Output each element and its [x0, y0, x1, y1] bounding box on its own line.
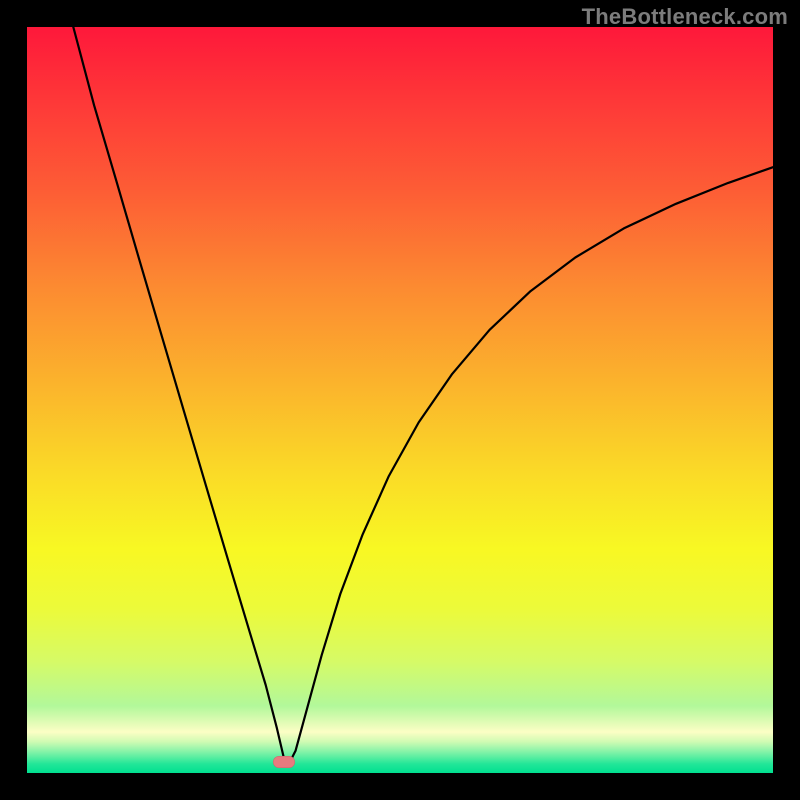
optimal-marker [273, 756, 295, 768]
watermark-text: TheBottleneck.com [582, 4, 788, 30]
plot-area [27, 27, 773, 773]
bottleneck-curve [27, 27, 773, 773]
chart-frame: TheBottleneck.com [0, 0, 800, 800]
